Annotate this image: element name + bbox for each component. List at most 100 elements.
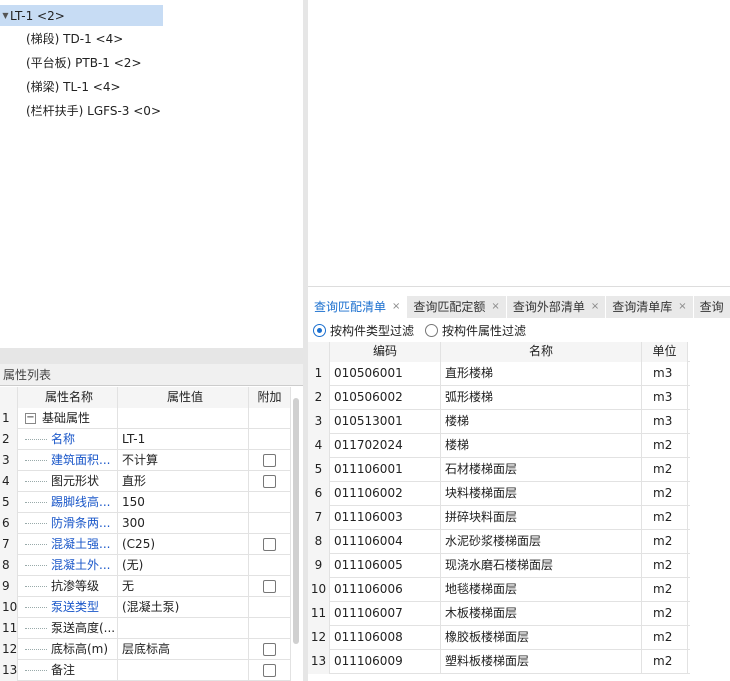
table-row[interactable]: 7 011106003 拼碎块料面层 m2 [308, 506, 690, 530]
table-row[interactable]: 10 011106006 地毯楼梯面层 m2 [308, 578, 690, 602]
extra-checkbox[interactable] [263, 643, 276, 656]
property-panel-title: 属性列表 [0, 364, 303, 386]
extra-checkbox[interactable] [263, 454, 276, 467]
property-value[interactable] [118, 618, 249, 639]
header-name[interactable]: 名称 [441, 342, 642, 362]
table-row[interactable]: 4 011702024 楼梯 m2 [308, 434, 690, 458]
property-value[interactable] [118, 660, 249, 681]
caret-down-icon[interactable]: ▼ [1, 11, 10, 20]
property-scrollbar[interactable] [293, 398, 299, 644]
tree-child-item[interactable]: (平台板) PTB-1 <2> [26, 53, 142, 73]
row-index: 3 [0, 450, 18, 471]
header-code[interactable]: 编码 [330, 342, 441, 362]
tree-child-item[interactable]: (梯梁) TL-1 <4> [26, 77, 121, 97]
property-value[interactable] [118, 408, 249, 429]
code-cell: 011702024 [330, 434, 441, 458]
row-index: 12 [308, 626, 330, 650]
row-index: 6 [308, 482, 330, 506]
row-index: 8 [308, 530, 330, 554]
property-row[interactable]: 2 名称 LT-1 [0, 429, 291, 450]
table-row[interactable]: 5 011106001 石材楼梯面层 m2 [308, 458, 690, 482]
property-row[interactable]: 13 备注 [0, 660, 291, 681]
table-row[interactable]: 2 010506002 弧形楼梯 m3 [308, 386, 690, 410]
filter-by-attribute-label[interactable]: 按构件属性过滤 [442, 322, 526, 339]
property-value[interactable]: 150 [118, 492, 249, 513]
property-value[interactable]: 层底标高 [118, 639, 249, 660]
property-value[interactable]: (无) [118, 555, 249, 576]
table-row[interactable]: 9 011106005 现浇水磨石楼梯面层 m2 [308, 554, 690, 578]
query-tab[interactable]: 查询 [693, 296, 730, 318]
property-row[interactable]: 12 底标高(m) 层底标高 [0, 639, 291, 660]
table-row[interactable]: 12 011106008 橡胶板楼梯面层 m2 [308, 626, 690, 650]
property-value[interactable]: (C25) [118, 534, 249, 555]
filter-by-type-label[interactable]: 按构件类型过滤 [330, 322, 414, 339]
property-extra-cell [249, 534, 291, 555]
property-value[interactable]: 无 [118, 576, 249, 597]
property-value[interactable]: LT-1 [118, 429, 249, 450]
property-name-cell: − 基础属性 [18, 408, 118, 429]
tree-child-item[interactable]: (梯段) TD-1 <4> [26, 29, 123, 49]
property-extra-cell [249, 618, 291, 639]
table-row[interactable]: 3 010513001 楼梯 m3 [308, 410, 690, 434]
header-property-value[interactable]: 属性值 [118, 387, 249, 408]
tree-guide-line [25, 649, 47, 650]
unit-cell: m2 [642, 530, 688, 554]
row-index: 4 [0, 471, 18, 492]
code-cell: 010506001 [330, 362, 441, 386]
property-row[interactable]: 11 泵送高度(... [0, 618, 291, 639]
property-row[interactable]: 5 踢脚线高... 150 [0, 492, 291, 513]
query-tab[interactable]: 查询匹配定额 × [407, 296, 507, 318]
close-icon[interactable]: × [491, 296, 499, 318]
property-value[interactable]: 300 [118, 513, 249, 534]
extra-checkbox[interactable] [263, 538, 276, 551]
close-icon[interactable]: × [591, 296, 599, 318]
table-row[interactable]: 1 010506001 直形楼梯 m3 [308, 362, 690, 386]
code-cell: 011106003 [330, 506, 441, 530]
table-row[interactable]: 11 011106007 木板楼梯面层 m2 [308, 602, 690, 626]
table-row[interactable]: 6 011106002 块料楼梯面层 m2 [308, 482, 690, 506]
extra-checkbox[interactable] [263, 664, 276, 677]
property-row[interactable]: 3 建筑面积... 不计算 [0, 450, 291, 471]
close-icon[interactable]: × [678, 296, 686, 318]
property-row[interactable]: 1− 基础属性 [0, 408, 291, 429]
row-index: 3 [308, 410, 330, 434]
code-cell: 011106002 [330, 482, 441, 506]
header-extra[interactable]: 附加 [249, 387, 291, 408]
property-row[interactable]: 9 抗渗等级 无 [0, 576, 291, 597]
property-row[interactable]: 6 防滑条两... 300 [0, 513, 291, 534]
code-cell: 011106004 [330, 530, 441, 554]
filter-by-type-radio[interactable] [313, 323, 326, 337]
extra-checkbox[interactable] [263, 475, 276, 488]
app-window: ▼ LT-1 <2> (梯段) TD-1 <4> (平台板) PTB-1 <2> (… [0, 0, 730, 681]
header-property-name[interactable]: 属性名称 [18, 387, 118, 408]
close-icon[interactable]: × [392, 296, 400, 318]
tree-root-item[interactable]: ▼ LT-1 <2> [0, 5, 163, 26]
tree-guide-line [25, 502, 47, 503]
property-value[interactable]: 直形 [118, 471, 249, 492]
property-name: 名称 [51, 432, 76, 446]
horizontal-splitter[interactable] [0, 348, 303, 364]
query-tab[interactable]: 查询清单库 × [606, 296, 694, 318]
property-name: 踢脚线高... [51, 495, 111, 509]
property-row[interactable]: 10 泵送类型 (混凝土泵) [0, 597, 291, 618]
table-row[interactable]: 13 011106009 塑料板楼梯面层 m2 [308, 650, 690, 674]
property-name: 备注 [51, 663, 76, 677]
property-row[interactable]: 8 混凝土外... (无) [0, 555, 291, 576]
unit-cell: m3 [642, 362, 688, 386]
query-tab[interactable]: 查询外部清单 × [506, 296, 607, 318]
property-value[interactable]: 不计算 [118, 450, 249, 471]
tree-root-label: LT-1 <2> [10, 8, 65, 23]
filter-by-attribute-radio[interactable] [425, 323, 439, 337]
property-value[interactable]: (混凝土泵) [118, 597, 249, 618]
query-tab[interactable]: 查询匹配清单 × [308, 296, 408, 318]
tree-child-item[interactable]: (栏杆扶手) LGFS-3 <0> [26, 101, 161, 121]
header-unit[interactable]: 单位 [642, 342, 688, 362]
property-row[interactable]: 7 混凝土强... (C25) [0, 534, 291, 555]
property-name: 泵送高度(... [51, 621, 116, 635]
tree-guide-line [25, 607, 47, 608]
table-row[interactable]: 8 011106004 水泥砂浆楼梯面层 m2 [308, 530, 690, 554]
collapse-icon[interactable]: − [25, 413, 36, 424]
extra-checkbox[interactable] [263, 580, 276, 593]
property-row[interactable]: 4 图元形状 直形 [0, 471, 291, 492]
property-extra-cell [249, 555, 291, 576]
